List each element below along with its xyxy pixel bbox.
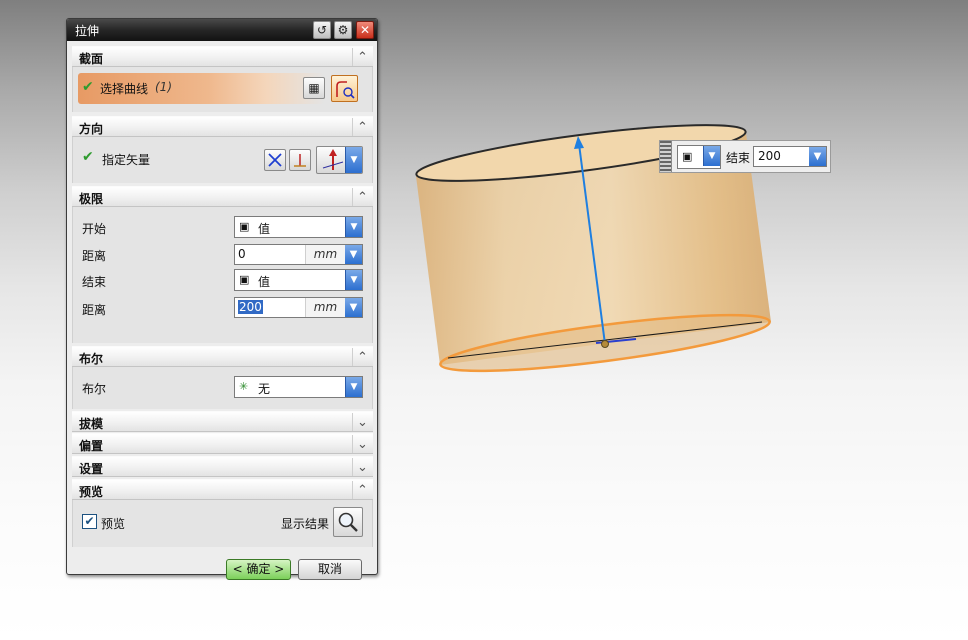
preview-title: 预览 xyxy=(79,485,104,499)
end-distance-label: 距离 xyxy=(82,303,107,317)
check-icon: ✔ xyxy=(82,79,94,95)
start-label: 开始 xyxy=(82,222,107,236)
draft-header[interactable]: 拔模 ⌄ xyxy=(72,411,373,432)
dialog-title: 拉伸 xyxy=(75,24,100,38)
section-panel: ✔ 选择曲线 (1) ▦ xyxy=(72,67,373,112)
end-distance-input[interactable]: 200 mm ▼ xyxy=(234,297,363,318)
cancel-button[interactable]: 取消 xyxy=(298,559,362,580)
extrude-dialog: 拉伸 ↺ ⚙ ✕ 截面 ⌃ ✔ 选择曲线 (1) ▦ 方向 ⌃ ✔ 指定矢量 ▼… xyxy=(66,18,378,580)
select-curve-row[interactable]: ✔ 选择曲线 (1) ▦ xyxy=(78,73,368,104)
specify-vector-label: 指定矢量 xyxy=(102,153,151,167)
show-result-button[interactable] xyxy=(333,507,363,537)
chevron-down-icon[interactable]: ▼ xyxy=(345,147,362,173)
value-cube-icon: ▣ xyxy=(682,150,693,163)
direction-panel: ✔ 指定矢量 ▼ xyxy=(72,137,373,183)
chevron-down-icon[interactable]: ⌄ xyxy=(352,458,372,476)
unit-label: mm xyxy=(305,245,345,264)
drag-handle[interactable] xyxy=(660,141,672,172)
boolean-label: 布尔 xyxy=(82,382,107,396)
start-option-value: 值 xyxy=(258,222,271,236)
curve-select-icon[interactable] xyxy=(331,75,358,102)
end-distance-value[interactable]: 200 xyxy=(758,149,781,163)
limits-title: 极限 xyxy=(79,192,104,206)
end-option-select[interactable]: ▣ 值 ▼ xyxy=(234,269,363,291)
chevron-down-icon[interactable]: ▼ xyxy=(703,146,720,166)
preview-panel: ✔ 预览 显示结果 xyxy=(72,500,373,547)
limits-panel: 开始 ▣ 值 ▼ 距离 0 mm ▼ 结束 ▣ 值 ▼ 距离 200 mm ▼ xyxy=(72,207,373,343)
vector-origin-point[interactable] xyxy=(601,340,609,348)
end-option-value: 值 xyxy=(258,275,271,289)
end-distance-value[interactable]: 200 xyxy=(238,300,263,314)
chevron-down-icon[interactable]: ⌄ xyxy=(352,413,372,431)
arrow-down-icon[interactable]: ▼ xyxy=(345,298,362,317)
end-label: 结束 xyxy=(726,151,751,165)
section-title: 截面 xyxy=(79,52,104,66)
vector-type-dropdown[interactable]: ▼ xyxy=(316,146,363,174)
settings-title: 设置 xyxy=(79,462,104,476)
boolean-select[interactable]: ✳ 无 ▼ xyxy=(234,376,363,398)
boolean-header[interactable]: 布尔 ⌃ xyxy=(72,346,373,367)
chevron-down-icon[interactable]: ⌄ xyxy=(352,435,372,453)
draft-title: 拔模 xyxy=(79,417,104,431)
preview-checkbox[interactable]: ✔ xyxy=(82,514,97,529)
preview-checkbox-label: 预览 xyxy=(101,517,126,531)
gear-icon[interactable]: ⚙ xyxy=(334,21,352,39)
chevron-up-icon[interactable]: ⌃ xyxy=(352,48,372,66)
value-cube-icon: ▣ xyxy=(239,273,250,286)
limits-header[interactable]: 极限 ⌃ xyxy=(72,186,373,207)
sketch-section-icon[interactable]: ▦ xyxy=(303,77,325,99)
chevron-up-icon[interactable]: ⌃ xyxy=(352,188,372,206)
arrow-down-icon[interactable]: ▼ xyxy=(345,245,362,264)
start-distance-input[interactable]: 0 mm ▼ xyxy=(234,244,363,265)
magnifier-icon xyxy=(338,512,358,532)
start-distance-label: 距离 xyxy=(82,249,107,263)
direction-header[interactable]: 方向 ⌃ xyxy=(72,116,373,137)
reverse-direction-icon[interactable] xyxy=(264,149,286,171)
ok-button[interactable]: < 确定 > xyxy=(226,559,291,580)
start-option-select[interactable]: ▣ 值 ▼ xyxy=(234,216,363,238)
direction-title: 方向 xyxy=(79,122,104,136)
select-curve-count: (1) xyxy=(155,80,172,94)
check-icon: ✔ xyxy=(82,149,94,165)
value-cube-icon: ▣ xyxy=(239,220,250,233)
chevron-up-icon[interactable]: ⌃ xyxy=(352,118,372,136)
end-label: 结束 xyxy=(82,275,107,289)
boolean-panel: 布尔 ✳ 无 ▼ xyxy=(72,367,373,409)
end-distance-input[interactable]: 200 ▼ xyxy=(753,146,827,167)
offset-title: 偏置 xyxy=(79,439,104,453)
show-result-label: 显示结果 xyxy=(281,517,330,531)
unit-label: mm xyxy=(305,298,345,317)
boolean-title: 布尔 xyxy=(79,352,104,366)
reset-icon[interactable]: ↺ xyxy=(313,21,331,39)
boolean-value: 无 xyxy=(258,382,271,396)
vector-dialog-icon[interactable] xyxy=(289,149,311,171)
chevron-up-icon[interactable]: ⌃ xyxy=(352,481,372,499)
start-distance-value[interactable]: 0 xyxy=(238,247,246,261)
dialog-titlebar[interactable]: 拉伸 ↺ ⚙ ✕ xyxy=(67,19,377,41)
end-option-combo[interactable]: ▣ ▼ xyxy=(677,145,721,169)
offset-header[interactable]: 偏置 ⌄ xyxy=(72,433,373,454)
close-icon[interactable]: ✕ xyxy=(356,21,374,39)
chevron-up-icon[interactable]: ⌃ xyxy=(352,348,372,366)
settings-header[interactable]: 设置 ⌄ xyxy=(72,456,373,477)
chevron-down-icon[interactable]: ▼ xyxy=(345,217,362,237)
preview-header[interactable]: 预览 ⌃ xyxy=(72,479,373,500)
select-curve-label: 选择曲线 xyxy=(100,82,149,96)
chevron-down-icon[interactable]: ▼ xyxy=(345,270,362,290)
section-header[interactable]: 截面 ⌃ xyxy=(72,46,373,67)
boolean-none-icon: ✳ xyxy=(239,380,249,393)
onscreen-end-input: ▣ ▼ 结束 200 ▼ xyxy=(659,140,831,173)
arrow-down-icon[interactable]: ▼ xyxy=(809,147,826,166)
chevron-down-icon[interactable]: ▼ xyxy=(345,377,362,397)
